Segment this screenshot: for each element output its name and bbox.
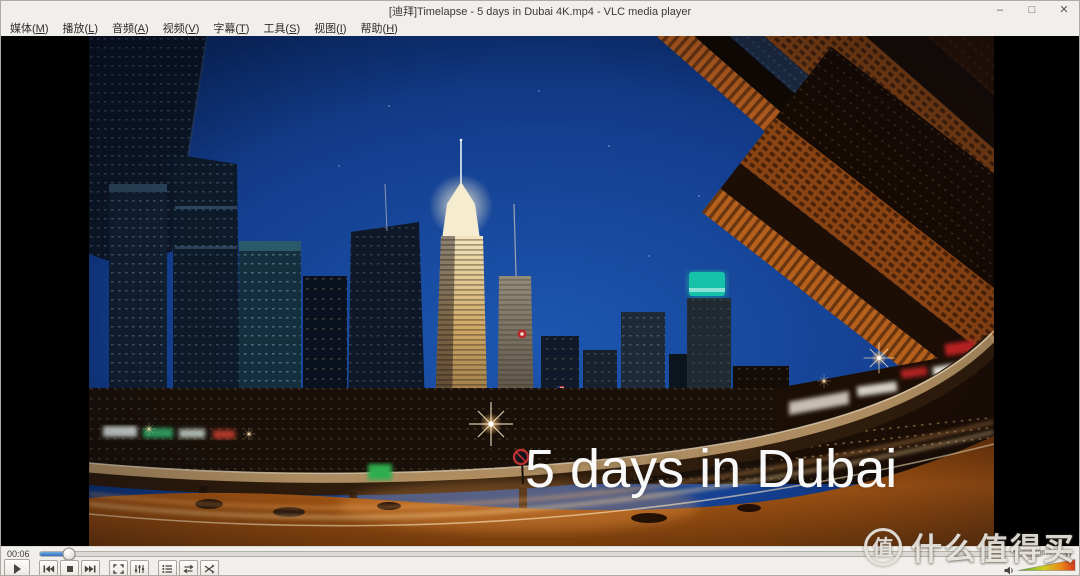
next-button[interactable] xyxy=(81,559,100,575)
volume-triangle xyxy=(1017,559,1076,571)
video-display-area: 5 days in Dubai xyxy=(1,36,1079,546)
minimize-icon[interactable]: – xyxy=(993,5,1007,16)
menu-bar: 媒体(M) 播放(L) 音频(A) 视频(V) 字幕(T) 工具(S) 视图(I… xyxy=(1,20,1079,36)
playlist-icon xyxy=(162,564,172,573)
remaining-time: 2:37 xyxy=(1055,548,1073,559)
window-controls: – □ ✕ xyxy=(993,1,1071,20)
video-frame[interactable]: 5 days in Dubai xyxy=(89,36,994,546)
random-icon xyxy=(204,563,215,574)
vlc-window: [迪拜]Timelapse - 5 days in Dubai 4K.mp4 -… xyxy=(0,0,1080,576)
volume-percent: 125% xyxy=(1034,550,1052,557)
menu-help[interactable]: 帮助(H) xyxy=(354,20,405,36)
play-button[interactable] xyxy=(4,559,30,575)
extended-settings-button[interactable] xyxy=(130,559,149,575)
menu-tools[interactable]: 工具(S) xyxy=(256,20,307,36)
volume-controls: 125% xyxy=(1004,550,1076,576)
fullscreen-icon xyxy=(113,563,124,574)
control-bar: 00:06 2:37 125% xyxy=(1,546,1079,576)
seek-slider[interactable] xyxy=(39,547,1043,560)
video-overlay-title: 5 days in Dubai xyxy=(525,439,898,499)
loop-icon xyxy=(183,564,194,573)
previous-icon xyxy=(43,565,55,572)
menu-media[interactable]: 媒体(M) xyxy=(3,20,56,36)
close-icon[interactable]: ✕ xyxy=(1057,5,1071,16)
seek-row: 00:06 2:37 xyxy=(1,547,1079,560)
loop-button[interactable] xyxy=(179,559,198,575)
maximize-icon[interactable]: □ xyxy=(1025,5,1039,16)
menu-view[interactable]: 视图(I) xyxy=(307,20,353,36)
window-title: [迪拜]Timelapse - 5 days in Dubai 4K.mp4 -… xyxy=(388,5,692,18)
transport-buttons: 125% xyxy=(1,550,1079,576)
menu-audio[interactable]: 音频(A) xyxy=(105,20,156,36)
extended-settings-icon xyxy=(134,564,145,573)
menu-subtitle[interactable]: 字幕(T) xyxy=(206,20,256,36)
volume-icon[interactable] xyxy=(1004,565,1015,576)
next-icon xyxy=(84,565,96,572)
random-button[interactable] xyxy=(200,559,219,575)
playlist-button[interactable] xyxy=(158,559,177,575)
play-icon xyxy=(14,563,21,574)
title-bar: [迪拜]Timelapse - 5 days in Dubai 4K.mp4 -… xyxy=(1,1,1079,20)
stop-icon xyxy=(66,565,73,572)
menu-video[interactable]: 视频(V) xyxy=(156,20,207,36)
stop-button[interactable] xyxy=(60,559,79,575)
volume-slider[interactable]: 125% xyxy=(1017,550,1076,575)
elapsed-time: 00:06 xyxy=(7,548,30,559)
menu-playback[interactable]: 播放(L) xyxy=(56,20,105,36)
fullscreen-button[interactable] xyxy=(109,559,128,575)
seek-thumb[interactable] xyxy=(62,547,76,560)
previous-button[interactable] xyxy=(39,559,58,575)
